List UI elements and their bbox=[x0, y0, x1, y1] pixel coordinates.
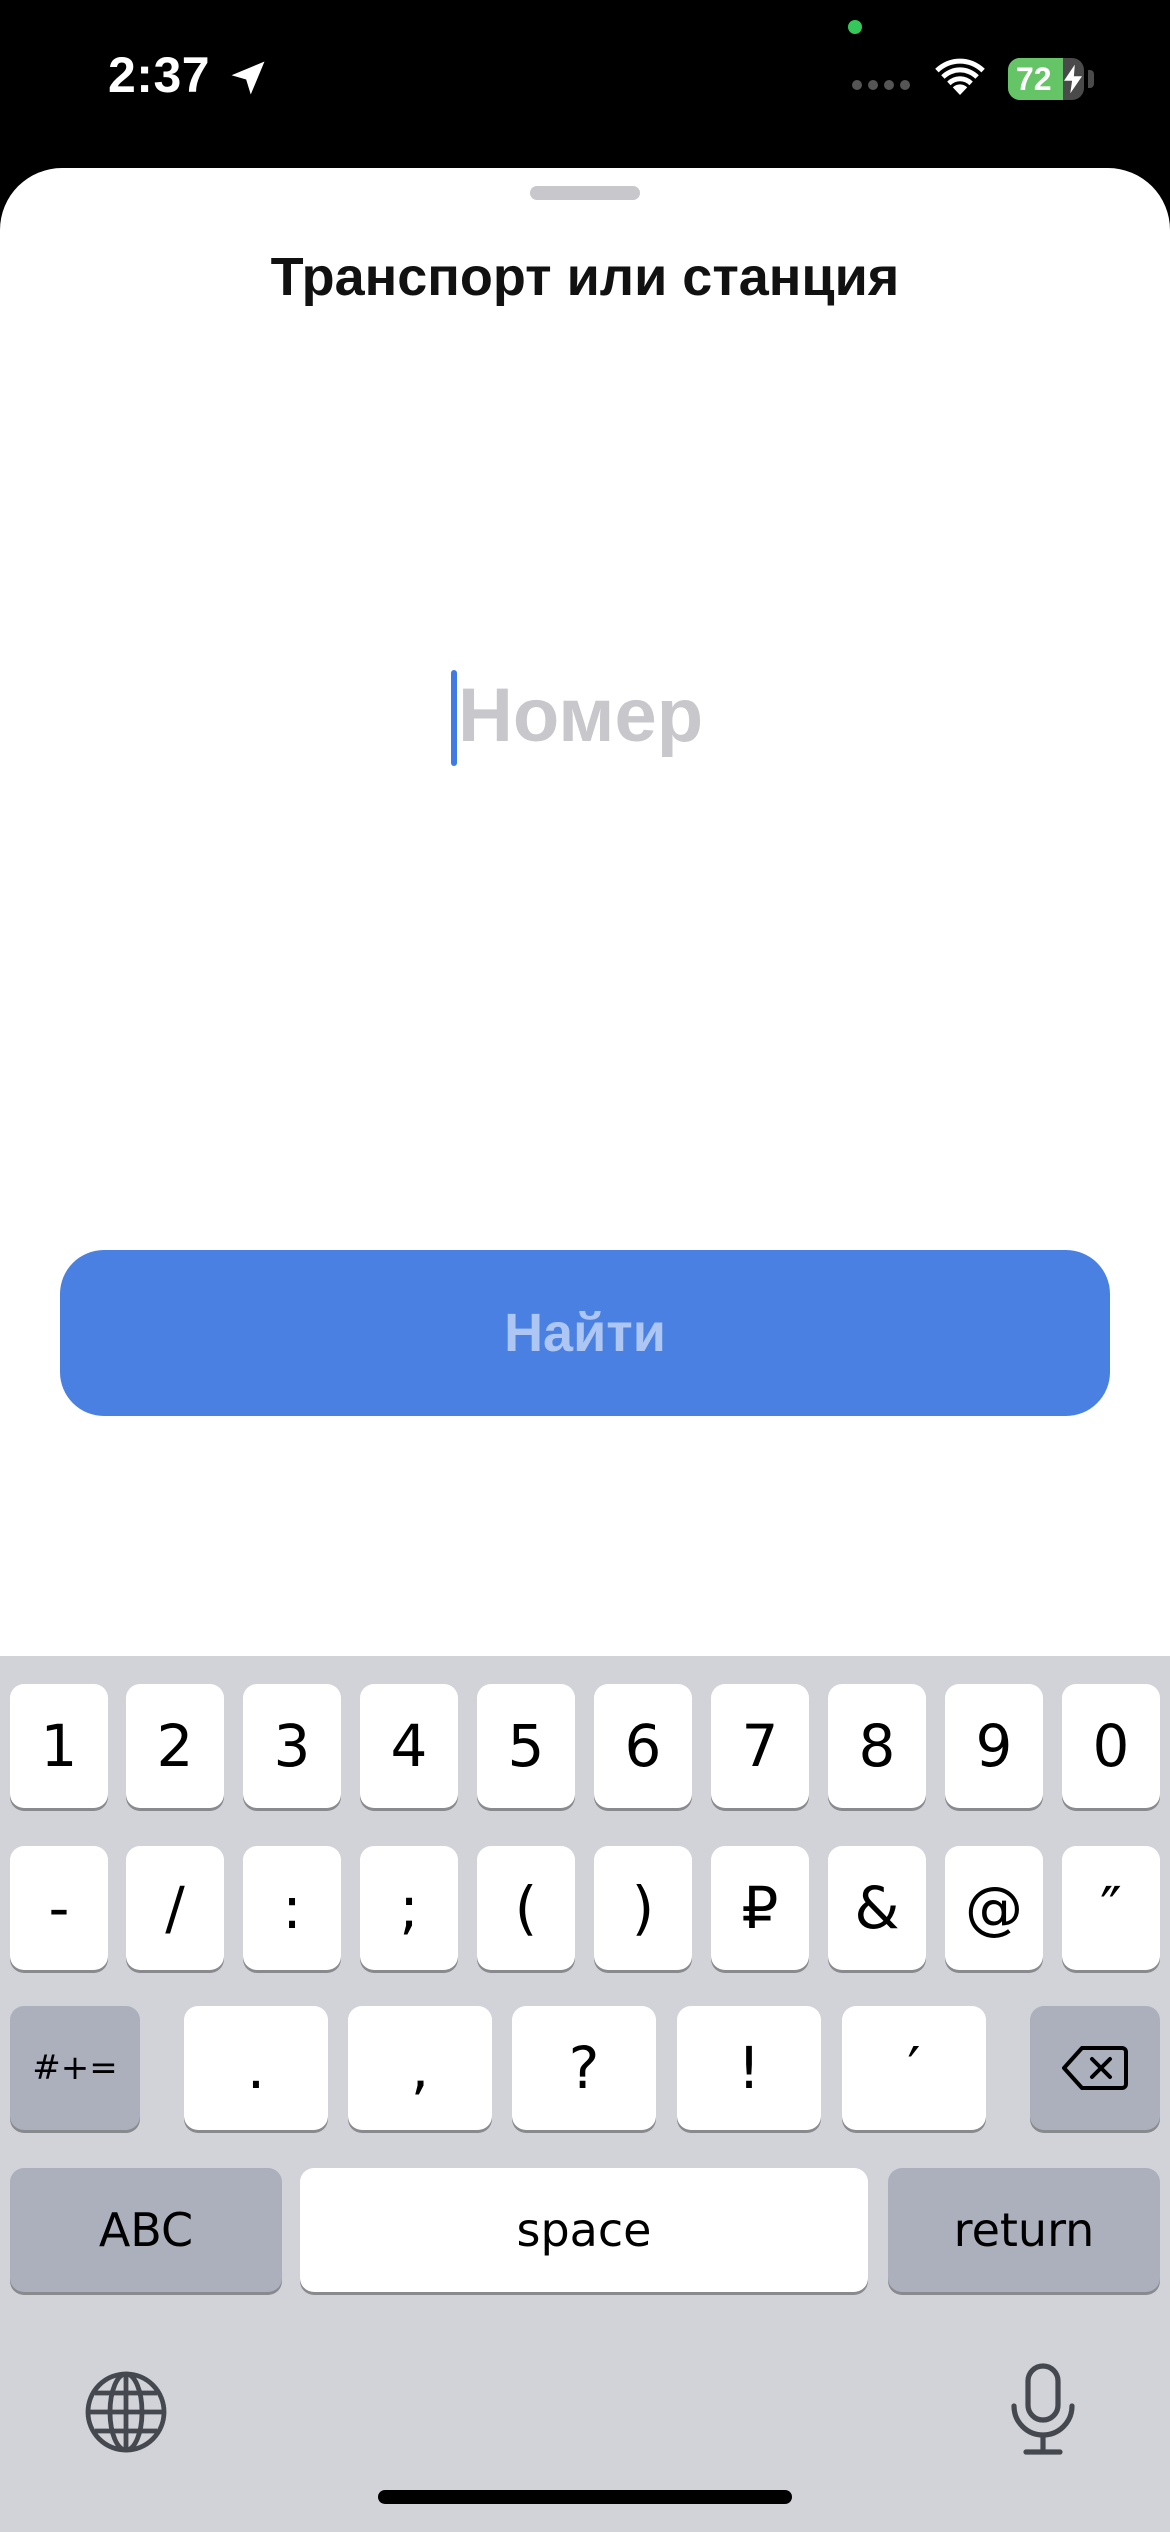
sheet-grabber[interactable] bbox=[530, 186, 640, 200]
key-9[interactable]: 9 bbox=[945, 1684, 1043, 1808]
key-at[interactable]: @ bbox=[945, 1846, 1043, 1970]
delete-key[interactable] bbox=[1030, 2006, 1160, 2130]
charging-bolt-icon bbox=[1064, 64, 1082, 94]
battery-level: 72 bbox=[1016, 61, 1052, 97]
return-key[interactable]: return bbox=[888, 2168, 1160, 2292]
wifi-icon bbox=[935, 58, 985, 95]
key-8[interactable]: 8 bbox=[828, 1684, 926, 1808]
key-1[interactable]: 1 bbox=[10, 1684, 108, 1808]
delete-icon bbox=[1062, 2046, 1128, 2090]
home-indicator bbox=[378, 2490, 792, 2504]
camera-indicator-dot bbox=[848, 20, 862, 34]
status-time: 2:37 bbox=[108, 47, 211, 103]
battery-icon: 72 bbox=[1008, 58, 1084, 100]
keyboard: 1 2 3 4 5 6 7 8 9 0 - / : ; ( ) ₽ & @ ″ … bbox=[0, 1656, 1170, 2532]
key-question[interactable]: ? bbox=[512, 2006, 656, 2130]
text-cursor bbox=[451, 670, 457, 766]
key-double-prime[interactable]: ″ bbox=[1062, 1846, 1160, 1970]
key-comma[interactable]: , bbox=[348, 2006, 492, 2130]
abc-key[interactable]: ABC bbox=[10, 2168, 282, 2292]
find-button[interactable]: Найти bbox=[60, 1250, 1110, 1416]
key-ruble[interactable]: ₽ bbox=[711, 1846, 809, 1970]
space-key[interactable]: space bbox=[300, 2168, 868, 2292]
key-hyphen[interactable]: - bbox=[10, 1846, 108, 1970]
key-ampersand[interactable]: & bbox=[828, 1846, 926, 1970]
key-slash[interactable]: / bbox=[126, 1846, 224, 1970]
location-arrow-icon bbox=[231, 61, 265, 95]
cellular-dots-icon bbox=[852, 80, 910, 90]
globe-icon[interactable] bbox=[82, 2368, 170, 2456]
key-2[interactable]: 2 bbox=[126, 1684, 224, 1808]
key-4[interactable]: 4 bbox=[360, 1684, 458, 1808]
key-period[interactable]: . bbox=[184, 2006, 328, 2130]
status-bar: 2:37 72 bbox=[0, 0, 1170, 170]
key-7[interactable]: 7 bbox=[711, 1684, 809, 1808]
key-semicolon[interactable]: ; bbox=[360, 1846, 458, 1970]
key-open-paren[interactable]: ( bbox=[477, 1846, 575, 1970]
key-colon[interactable]: : bbox=[243, 1846, 341, 1970]
sheet-title: Транспорт или станция bbox=[270, 247, 900, 307]
key-close-paren[interactable]: ) bbox=[594, 1846, 692, 1970]
number-input[interactable] bbox=[440, 660, 758, 770]
key-3[interactable]: 3 bbox=[243, 1684, 341, 1808]
symbols-toggle-key[interactable]: #+= bbox=[10, 2006, 140, 2130]
battery-nub bbox=[1088, 70, 1094, 88]
key-5[interactable]: 5 bbox=[477, 1684, 575, 1808]
key-exclamation[interactable]: ! bbox=[677, 2006, 821, 2130]
key-prime[interactable]: ′ bbox=[842, 2006, 986, 2130]
key-0[interactable]: 0 bbox=[1062, 1684, 1160, 1808]
key-6[interactable]: 6 bbox=[594, 1684, 692, 1808]
microphone-icon[interactable] bbox=[1004, 2362, 1082, 2458]
